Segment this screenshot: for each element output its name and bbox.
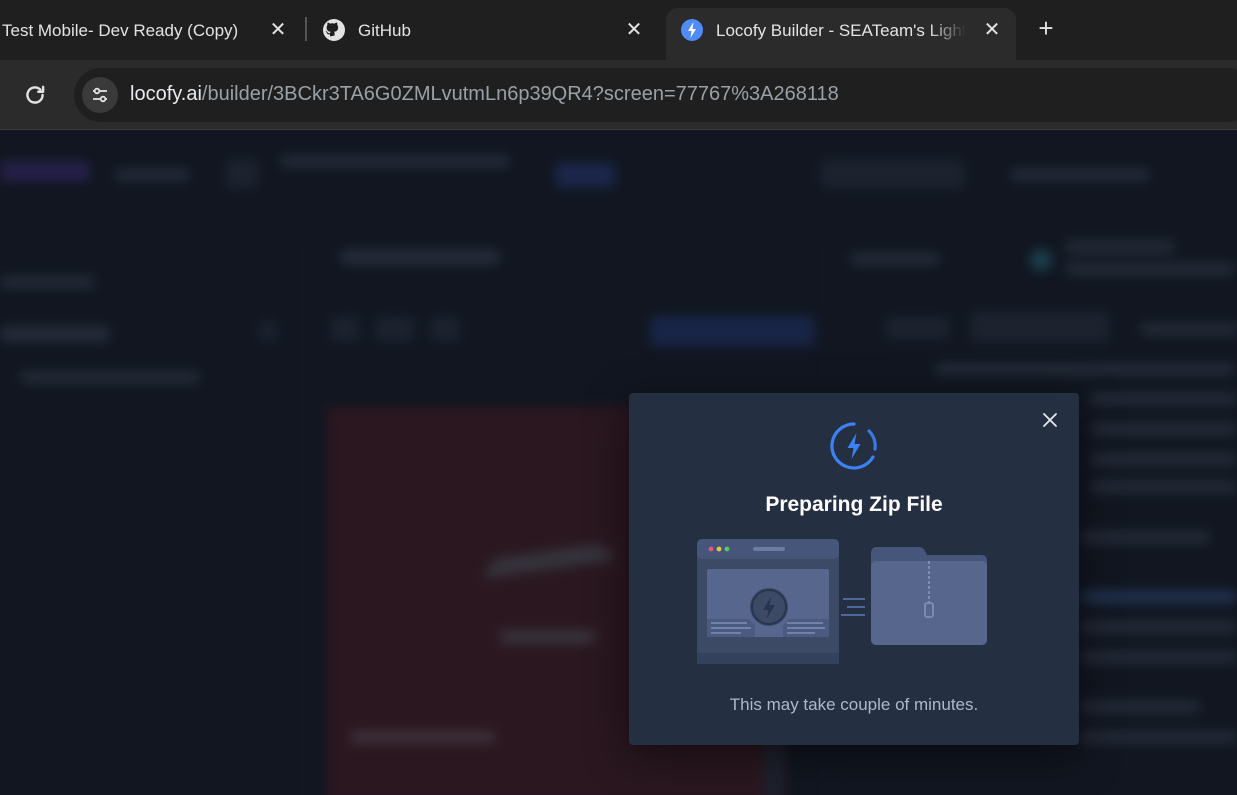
new-tab-icon[interactable]: + [1034,15,1058,41]
tab-title: GitHub [358,21,411,40]
address-bar[interactable]: locofy.ai/builder/3BCkr3TA6G0ZMLvutmLn6p… [74,68,1237,122]
reload-icon[interactable] [22,82,48,108]
site-info-icon[interactable] [82,77,118,113]
url-text[interactable]: locofy.ai/builder/3BCkr3TA6G0ZMLvutmLn6p… [130,83,839,106]
modal-title: Preparing Zip File [765,493,943,516]
zip-illustration-icon [697,539,987,664]
url-host: locofy.ai [130,83,202,105]
tab-test-mobile[interactable]: Test Mobile- Dev Ready (Copy) ✕ [0,8,300,60]
tab-title: Locofy Builder - SEATeam's Lighthouse [716,21,966,40]
loading-spinner-icon [830,422,877,470]
close-icon[interactable] [1041,411,1059,429]
tab-title: Test Mobile- Dev Ready (Copy) [2,21,239,40]
url-path: /builder/3BCkr3TA6G0ZMLvutmLn6p39QR4?scr… [201,83,839,105]
tab-divider [305,17,307,41]
tab-close-icon[interactable]: ✕ [981,18,1003,41]
tab-locofy-builder[interactable]: Locofy Builder - SEATeam's Lighthouse ✕ [666,8,1016,60]
browser-toolbar: locofy.ai/builder/3BCkr3TA6G0ZMLvutmLn6p… [0,60,1237,130]
tab-close-icon[interactable]: ✕ [267,18,289,41]
browser-tab-bar: Test Mobile- Dev Ready (Copy) ✕ GitHub ✕… [0,0,1237,60]
locofy-bolt-icon [681,19,703,41]
tab-close-icon[interactable]: ✕ [623,18,645,41]
modal-subtitle: This may take couple of minutes. [729,695,979,714]
github-icon [323,19,345,41]
preparing-zip-modal: Preparing Zip File This may take couple … [629,393,1079,745]
tab-github[interactable]: GitHub ✕ [312,8,662,60]
